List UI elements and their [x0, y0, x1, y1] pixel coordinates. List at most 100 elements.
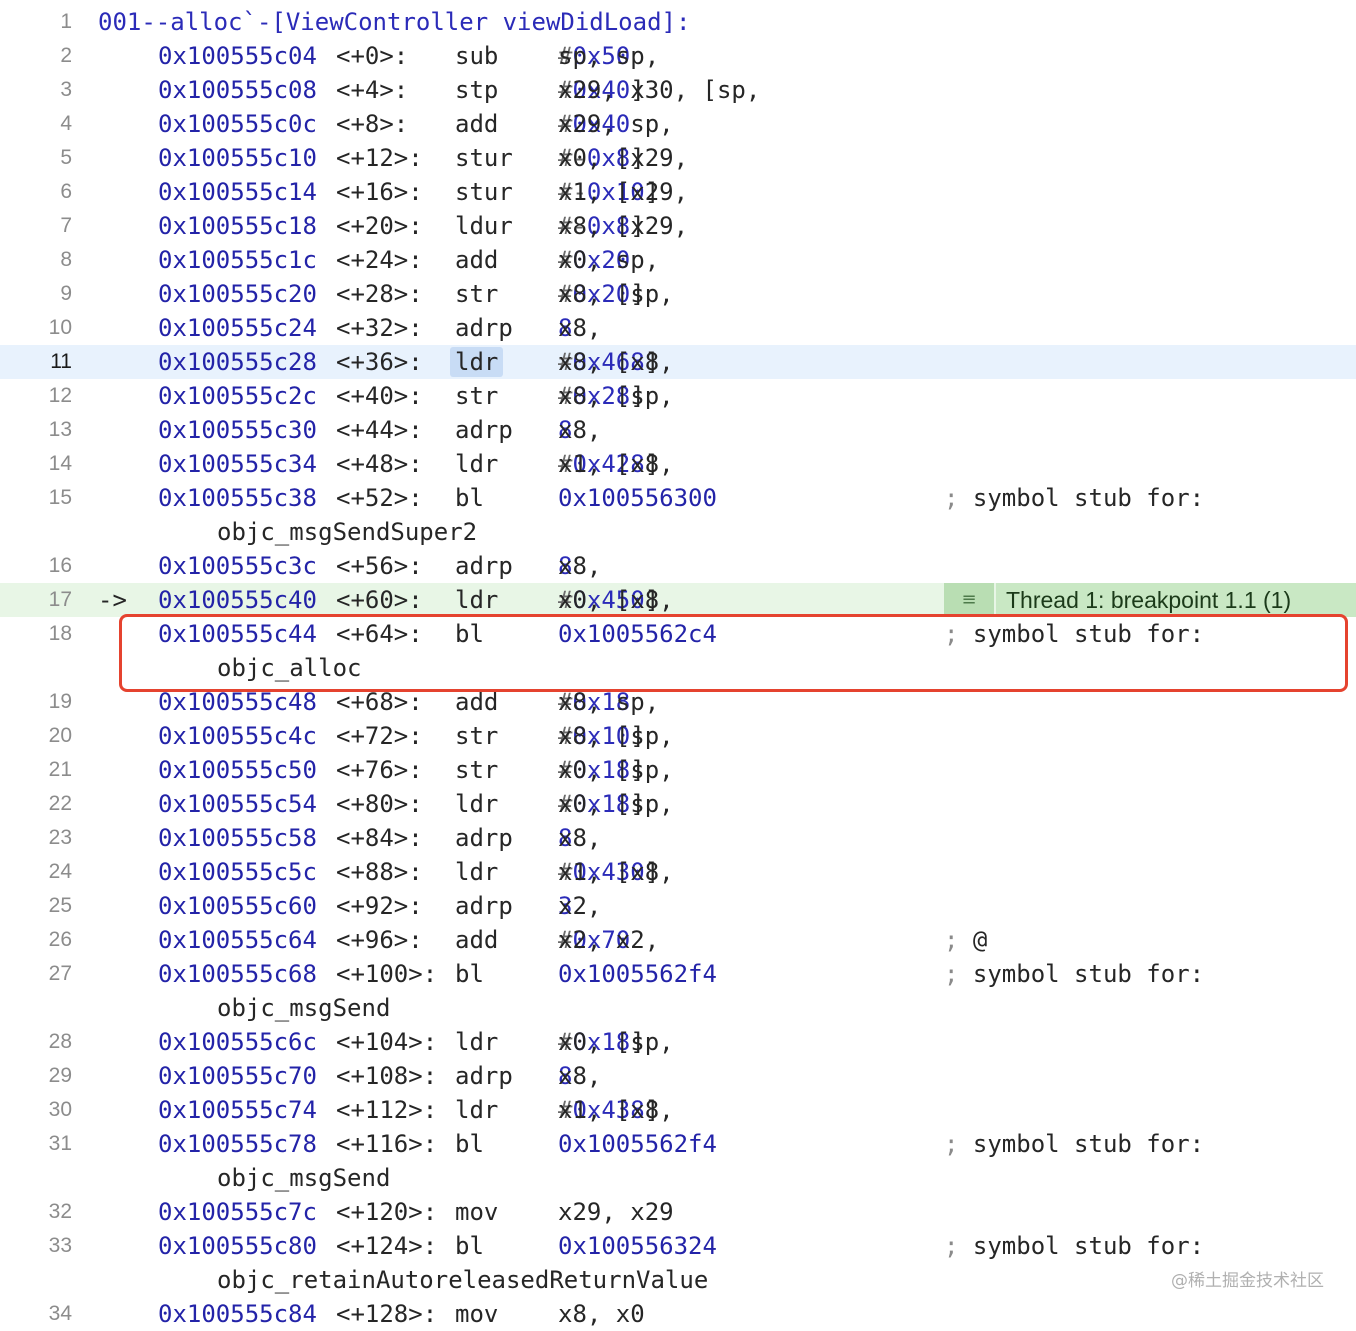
instruction-offset: <+24>: — [336, 246, 423, 274]
comment-marker: ; — [944, 1130, 973, 1158]
instruction-line[interactable]: 8 0x100555c1c <+24>: add x0, sp, #0x20 — [0, 243, 1356, 277]
instruction-line[interactable]: 33 0x100555c80 <+124>: bl 0x100556324; symbo… — [0, 1229, 1356, 1263]
instruction-line[interactable]: 23 0x100555c58 <+84>: adrp x8, 8 — [0, 821, 1356, 855]
comment-marker: ; — [944, 960, 973, 988]
operand-text: x0, [sp, — [558, 756, 689, 784]
operand-text: x1, [x29, — [558, 178, 703, 206]
instruction-address: 0x100555c3c — [158, 552, 317, 580]
instruction-operands: x0, [x8, #0x450] — [558, 583, 674, 617]
instruction-line[interactable]: 26 0x100555c64 <+96>: add x2, x2, #0x70; @ — [0, 923, 1356, 957]
instruction-line[interactable]: 31 0x100555c78 <+116>: bl 0x1005562f4; symbo… — [0, 1127, 1356, 1161]
comment-text: symbol stub for: — [972, 960, 1205, 988]
instruction-offset: <+20>: — [336, 212, 423, 240]
instruction-mnemonic: stur — [455, 144, 513, 172]
instruction-line[interactable]: 30 0x100555c74 <+112>: ldr x1, [x8, #0x438] — [0, 1093, 1356, 1127]
instruction-offset: <+96>: — [336, 926, 423, 954]
module-name: 001--alloc` — [98, 8, 257, 36]
instruction-mnemonic: ldr — [450, 347, 504, 377]
instruction-mnemonic: ldr — [455, 790, 499, 818]
instruction-address: 0x100555c74 — [158, 1096, 317, 1124]
instruction-line[interactable]: 10 0x100555c24 <+32>: adrp x8, 8 — [0, 311, 1356, 345]
breakpoint-menu-icon[interactable]: ≡ — [944, 583, 996, 617]
operand-text: x29, sp, — [558, 110, 689, 138]
instruction-line[interactable]: 9 0x100555c20 <+28>: str x8, [sp, #0x20] — [0, 277, 1356, 311]
operand-text: x8, — [558, 552, 616, 580]
operand-text: x1, [x8, — [558, 1096, 689, 1124]
operand-text: x0, [sp, — [558, 790, 689, 818]
operand-text: x0, sp, — [558, 246, 674, 274]
branch-target-address[interactable]: 0x100556300 — [558, 481, 717, 515]
instruction-line[interactable]: 6 0x100555c14 <+16>: stur x1, [x29, #-0x10] — [0, 175, 1356, 209]
branch-target-address[interactable]: 0x100556324 — [558, 1229, 717, 1263]
operand-text: ] — [644, 178, 660, 206]
line-number: 29 — [48, 1064, 72, 1087]
instruction-offset: <+8>: — [336, 110, 409, 138]
operand-text: x8, — [558, 824, 616, 852]
breakpoint-annotation[interactable]: ≡ Thread 1: breakpoint 1.1 (1) — [944, 583, 1356, 617]
instruction-line[interactable]: 16 0x100555c3c <+56>: adrp x8, 8 — [0, 549, 1356, 583]
instruction-mnemonic: ldur — [455, 212, 513, 240]
instruction-line[interactable]: 12 0x100555c2c <+40>: str x8, [sp, #0x28] — [0, 379, 1356, 413]
instruction-line[interactable]: 20 0x100555c4c <+72>: str x8, [sp, #0x10] — [0, 719, 1356, 753]
comment-text: @ — [972, 926, 988, 954]
instruction-address: 0x100555c60 — [158, 892, 317, 920]
instruction-line[interactable]: 29 0x100555c70 <+108>: adrp x8, 8 — [0, 1059, 1356, 1093]
instruction-mnemonic: ldr — [455, 1028, 499, 1056]
instruction-line[interactable]: 24 0x100555c5c <+88>: ldr x1, [x8, #0x430] — [0, 855, 1356, 889]
line-number: 28 — [48, 1030, 72, 1053]
branch-target-address[interactable]: 0x1005562f4 — [558, 1127, 717, 1161]
instruction-line[interactable]: 32 0x100555c7c <+120>: mov x29, x29 — [0, 1195, 1356, 1229]
instruction-line[interactable]: 7 0x100555c18 <+20>: ldur x8, [x29, #-0x8] — [0, 209, 1356, 243]
instruction-line[interactable]: 28 0x100555c6c <+104>: ldr x0, [sp, #0x18] — [0, 1025, 1356, 1059]
instruction-line[interactable]: 4 0x100555c0c <+8>: add x29, sp, #0x40 — [0, 107, 1356, 141]
watermark: @稀土掘金技术社区 — [1171, 1271, 1324, 1291]
instruction-address: 0x100555c30 — [158, 416, 317, 444]
instruction-line[interactable]: 13 0x100555c30 <+44>: adrp x8, 8 — [0, 413, 1356, 447]
instruction-line[interactable]: 5 0x100555c10 <+12>: stur x0, [x29, #-0x8] — [0, 141, 1356, 175]
instruction-mnemonic: bl — [455, 484, 484, 512]
line-number: 32 — [48, 1200, 72, 1223]
instruction-address: 0x100555c14 — [158, 178, 317, 206]
instruction-offset: <+32>: — [336, 314, 423, 342]
instruction-address: 0x100555c34 — [158, 450, 317, 478]
instruction-line[interactable]: 14 0x100555c34 <+48>: ldr x1, [x8, #0x428] — [0, 447, 1356, 481]
line-number: 21 — [48, 758, 72, 781]
instruction-address: 0x100555c2c — [158, 382, 317, 410]
instruction-line[interactable]: 3 0x100555c08 <+4>: stp x29, x30, [sp, #0x40… — [0, 73, 1356, 107]
instruction-mnemonic: ldr — [455, 858, 499, 886]
instruction-operands: x2, 3 — [558, 889, 601, 923]
instruction-address: 0x100555c54 — [158, 790, 317, 818]
operand-text: x1, [x8, — [558, 450, 689, 478]
instruction-address: 0x100555c24 — [158, 314, 317, 342]
operand-text: ] — [644, 1096, 660, 1124]
operand-text: ] — [630, 722, 645, 750]
instruction-line[interactable]: 22 0x100555c54 <+80>: ldr x0, [sp, #0x18] — [0, 787, 1356, 821]
operand-text: x8, — [558, 314, 616, 342]
instruction-line[interactable]: 27 0x100555c68 <+100>: bl 0x1005562f4; symbo… — [0, 957, 1356, 991]
instruction-line[interactable]: 17 -> 0x100555c40 <+60>: ldr x0, [x8, #0x450]… — [0, 583, 1356, 617]
branch-target-address[interactable]: 0x1005562f4 — [558, 957, 717, 991]
instruction-line[interactable]: 2 0x100555c04 <+0>: sub sp, sp, #0x50 — [0, 39, 1356, 73]
instruction-line[interactable]: 25 0x100555c60 <+92>: adrp x2, 3 — [0, 889, 1356, 923]
instruction-offset: <+128>: — [336, 1300, 438, 1328]
instruction-line[interactable]: 15 0x100555c38 <+52>: bl 0x100556300; symbol… — [0, 481, 1356, 515]
instruction-comment: ; symbol stub for: — [944, 957, 1204, 991]
instruction-offset: <+0>: — [336, 42, 409, 70]
operand-text: x0, [x8, — [558, 586, 689, 614]
comment-text: symbol stub for: — [972, 1130, 1205, 1158]
line-number: 14 — [48, 452, 72, 475]
symbol-name: objc_msgSend — [217, 1164, 391, 1192]
instruction-offset: <+120>: — [336, 1198, 438, 1226]
line-number: 27 — [48, 962, 72, 985]
instruction-offset: <+4>: — [336, 76, 409, 104]
instruction-offset: <+16>: — [336, 178, 423, 206]
operand-text: sp, sp, — [558, 42, 674, 70]
operand-text: x8, — [558, 1062, 616, 1090]
instruction-mnemonic: ldr — [455, 586, 499, 614]
instruction-offset: <+104>: — [336, 1028, 438, 1056]
instruction-line[interactable]: 34 0x100555c84 <+128>: mov x8, x0 — [0, 1297, 1356, 1331]
instruction-line[interactable]: 11 0x100555c28 <+36>: ldr x8, [x8, #0x468] — [0, 345, 1356, 379]
instruction-operands: x8, 8 — [558, 1059, 601, 1093]
line-number: 23 — [48, 826, 72, 849]
instruction-line[interactable]: 21 0x100555c50 <+76>: str x0, [sp, #0x18] — [0, 753, 1356, 787]
